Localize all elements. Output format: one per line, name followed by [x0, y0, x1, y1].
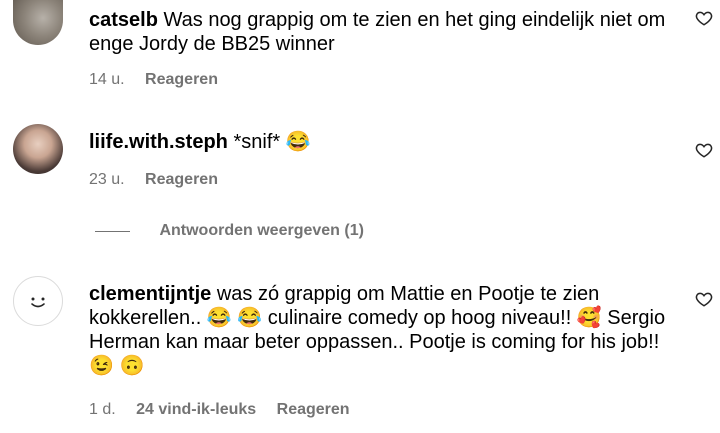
reply-button[interactable]: Reageren	[145, 171, 218, 188]
comment-time[interactable]: 23 u.	[89, 171, 125, 188]
comment-time[interactable]: 14 u.	[89, 71, 125, 88]
comment-username[interactable]: liife.with.steph	[89, 131, 228, 153]
comment-time[interactable]: 1 d.	[89, 401, 116, 418]
view-replies-toggle[interactable]: Antwoorden weergeven (1)	[95, 222, 364, 244]
replies-divider	[95, 230, 130, 232]
reply-button[interactable]: Reageren	[277, 401, 350, 418]
comment-body: catselb Was nog grappig om te zien en he…	[89, 8, 689, 56]
smiley-icon	[31, 297, 45, 308]
comment-username[interactable]: clementijntje	[89, 283, 211, 305]
avatar-liife-with-steph[interactable]	[13, 124, 63, 174]
avatar-clementijntje[interactable]	[13, 276, 63, 326]
comment-body: liife.with.steph *snif* 😂	[89, 130, 689, 154]
view-replies-label[interactable]: Antwoorden weergeven (1)	[159, 222, 363, 239]
avatar-catselb[interactable]	[13, 0, 63, 45]
heart-outline-icon[interactable]	[695, 141, 713, 159]
comment-meta: 23 u. Reageren	[89, 170, 234, 190]
comment-text: *snif* 😂	[233, 131, 311, 153]
heart-outline-icon[interactable]	[695, 290, 713, 308]
heart-outline-icon[interactable]	[695, 9, 713, 27]
comment-meta: 14 u. Reageren	[89, 70, 234, 90]
comment-username[interactable]: catselb	[89, 9, 158, 31]
comment-meta: 1 d. 24 vind-ik-leuks Reageren	[89, 400, 366, 420]
like-count[interactable]: 24 vind-ik-leuks	[136, 401, 256, 418]
comment-body: clementijntje was zó grappig om Mattie e…	[89, 282, 689, 378]
comment-text: Was nog grappig om te zien en het ging e…	[89, 9, 666, 55]
reply-button[interactable]: Reageren	[145, 71, 218, 88]
